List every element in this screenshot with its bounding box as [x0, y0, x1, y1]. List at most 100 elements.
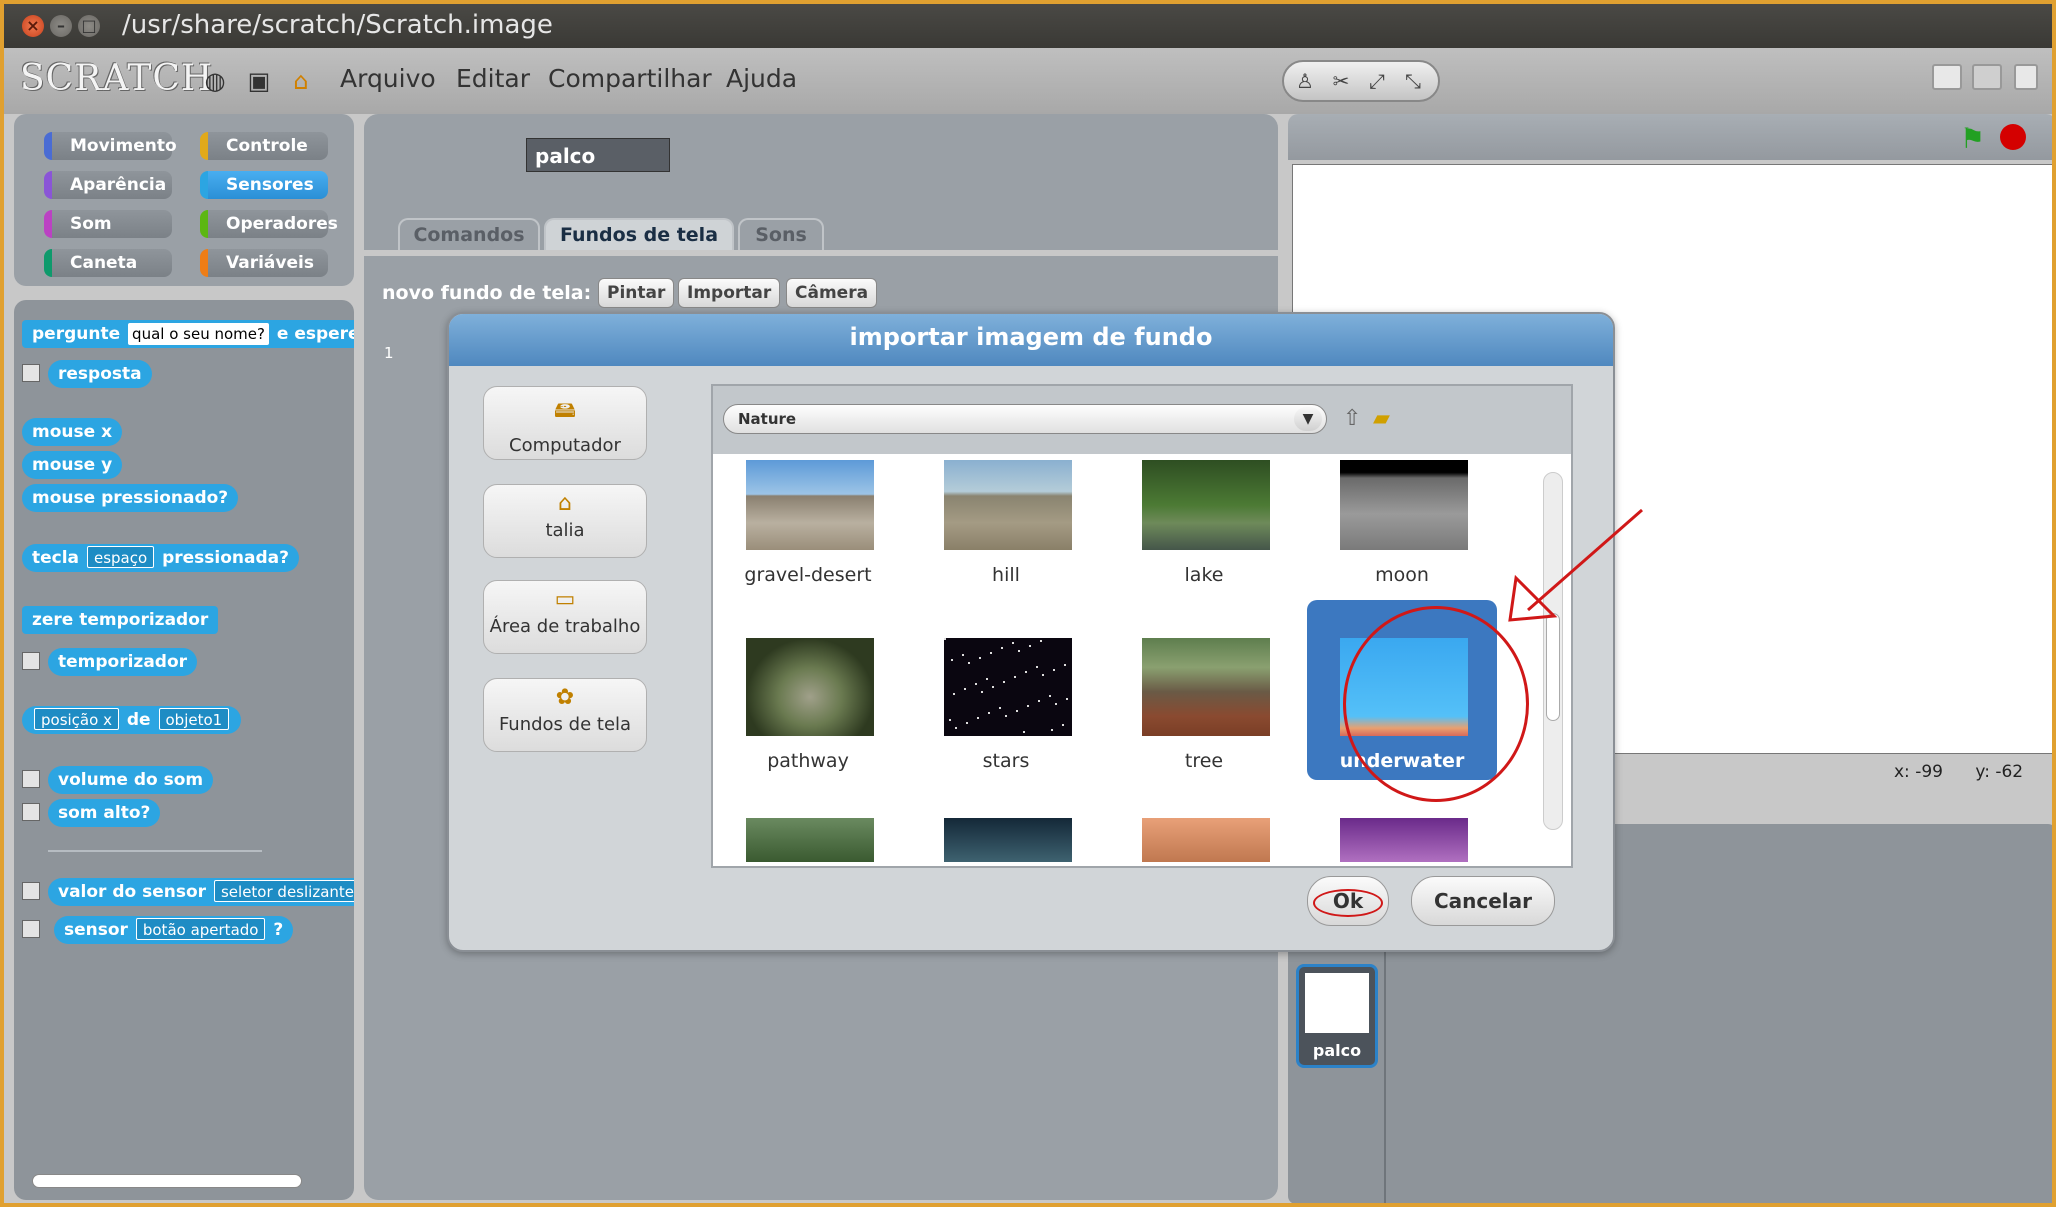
tab-comandos[interactable]: Comandos — [398, 218, 540, 250]
block-loudness[interactable]: volume do som — [48, 766, 214, 794]
close-window-button[interactable]: × — [22, 15, 44, 37]
thumbnail-pathway[interactable]: pathway — [713, 632, 903, 812]
thumbnail-tree[interactable]: tree — [1109, 632, 1299, 812]
import-button[interactable]: Importar — [678, 278, 781, 308]
save-icon[interactable]: ▣ — [244, 66, 274, 96]
presentation-icon[interactable] — [2014, 64, 2038, 90]
maximize-window-button[interactable]: □ — [78, 15, 100, 37]
sensor-button-dropdown[interactable]: botão apertado — [135, 918, 266, 940]
thumbnail-partial[interactable] — [713, 812, 903, 866]
menu-arquivo[interactable]: Arquivo — [340, 64, 436, 93]
star-dot — [1049, 695, 1051, 697]
category-controle[interactable]: Controle — [200, 132, 328, 160]
block-text: de — [126, 710, 151, 730]
stop-icon[interactable] — [2000, 124, 2026, 150]
shrink-icon[interactable]: ⤡ — [1398, 67, 1428, 95]
new-folder-icon[interactable]: ▰ — [1373, 406, 1390, 431]
thumbnail-label: hill — [992, 564, 1020, 586]
tab-fundos-de-tela[interactable]: Fundos de tela — [544, 218, 734, 250]
loudness-checkbox[interactable] — [22, 770, 40, 788]
place-area-de-trabalho[interactable]: ▭ Área de trabalho — [483, 580, 647, 654]
block-ask[interactable]: pergunte qual o seu nome? e espere — [22, 320, 354, 348]
star-dot — [1025, 671, 1027, 673]
block-reset-timer[interactable]: zere temporizador — [22, 606, 219, 634]
sensor-dropdown[interactable]: seletor deslizante — [213, 880, 354, 902]
sensor-value-checkbox[interactable] — [22, 882, 40, 900]
thumbnail-gravel-desert[interactable]: gravel-desert — [713, 454, 903, 634]
attribute-dropdown[interactable]: posição x — [34, 708, 119, 730]
sprite-name-field[interactable]: palco — [526, 138, 670, 172]
block-sensor-value[interactable]: valor do sensor seletor deslizante — [48, 878, 354, 906]
star-dot — [1040, 640, 1042, 642]
category-caneta[interactable]: Caneta — [44, 249, 172, 277]
block-mouse-x[interactable]: mouse x — [22, 418, 123, 446]
menu-ajuda[interactable]: Ajuda — [726, 64, 797, 93]
category-movimento[interactable]: Movimento — [44, 132, 177, 160]
block-sensor[interactable]: sensor botão apertado ? — [54, 916, 294, 944]
thumbnail-lake[interactable]: lake — [1109, 454, 1299, 634]
minimize-window-button[interactable]: – — [50, 15, 72, 37]
place-fundos-de-tela[interactable]: ✿ Fundos de tela — [483, 678, 647, 752]
block-answer[interactable]: resposta — [48, 360, 152, 388]
category-som[interactable]: Som — [44, 210, 172, 238]
paint-button[interactable]: Pintar — [598, 278, 675, 308]
timer-checkbox[interactable] — [22, 652, 40, 670]
normal-stage-icon[interactable] — [1972, 64, 2002, 90]
menu-editar[interactable]: Editar — [456, 64, 530, 93]
parent-folder-icon[interactable]: ⇧ — [1343, 406, 1361, 431]
thumbnail-partial[interactable] — [911, 812, 1101, 866]
star-dot — [955, 727, 957, 729]
block-key-pressed[interactable]: tecla espaço pressionada? — [22, 544, 299, 572]
place-computador[interactable]: 🖴 Computador — [483, 386, 647, 460]
star-dot — [1012, 642, 1014, 644]
duplicate-icon[interactable]: ♙ — [1290, 67, 1320, 95]
thumbnail-partial[interactable] — [1307, 812, 1497, 866]
small-stage-icon[interactable] — [1932, 64, 1962, 90]
delete-icon[interactable]: ✂ — [1326, 67, 1356, 95]
pathway-image — [746, 638, 874, 736]
sensor-checkbox[interactable] — [22, 920, 40, 938]
category-variaveis[interactable]: Variáveis — [200, 249, 328, 277]
block-loud[interactable]: som alto? — [48, 799, 161, 827]
stage-thumbnail[interactable]: palco — [1296, 964, 1378, 1068]
camera-button[interactable]: Câmera — [786, 278, 878, 308]
window-titlebar: × – □ /usr/share/scratch/Scratch.image — [4, 4, 2052, 48]
thumbnail-grid: gravel-desert hill lake moon pathway sta… — [713, 454, 1533, 866]
answer-checkbox[interactable] — [22, 364, 40, 382]
thumbnail-hill[interactable]: hill — [911, 454, 1101, 634]
annotation-circle — [1343, 606, 1529, 802]
share-icon[interactable]: ⌂ — [286, 66, 316, 96]
place-talia[interactable]: ⌂ talia — [483, 484, 647, 558]
star-dot — [1055, 703, 1057, 705]
key-dropdown[interactable]: espaço — [86, 546, 155, 568]
loud-checkbox[interactable] — [22, 803, 40, 821]
object-dropdown[interactable]: objeto1 — [158, 708, 230, 730]
block-attribute-of[interactable]: posição x de objeto1 — [22, 706, 242, 734]
thumbnail-image — [1340, 818, 1468, 862]
menu-compartilhar[interactable]: Compartilhar — [548, 64, 712, 93]
category-operadores[interactable]: Operadores — [200, 210, 338, 238]
block-mouse-y[interactable]: mouse y — [22, 451, 123, 479]
tab-sons[interactable]: Sons — [738, 218, 824, 250]
cancel-button[interactable]: Cancelar — [1411, 876, 1555, 926]
block-text: pergunte — [32, 324, 121, 344]
block-text: e espere — [276, 324, 354, 344]
block-timer[interactable]: temporizador — [48, 648, 198, 676]
thumbnail-label: lake — [1184, 564, 1224, 586]
thumbnail-partial[interactable] — [1109, 812, 1299, 866]
star-dot — [944, 638, 946, 640]
palette-scrollbar[interactable] — [32, 1174, 302, 1188]
ask-input[interactable]: qual o seu nome? — [128, 323, 269, 345]
thumbnail-stars[interactable]: stars — [911, 632, 1101, 812]
green-flag-icon[interactable]: ⚑ — [1960, 122, 1985, 155]
category-label: Operadores — [226, 214, 338, 234]
stage-thumbnail-label: palco — [1312, 1041, 1362, 1060]
folder-dropdown[interactable]: Nature ▼ — [723, 404, 1327, 434]
grow-icon[interactable]: ⤢ — [1362, 67, 1392, 95]
category-aparencia[interactable]: Aparência — [44, 171, 172, 199]
sprite-tools: ♙ ✂ ⤢ ⤡ — [1282, 60, 1440, 102]
coord-x: x: -99 — [1894, 762, 1943, 782]
globe-icon[interactable]: ◍ — [200, 66, 230, 96]
category-sensores[interactable]: Sensores — [200, 171, 328, 199]
block-mouse-down[interactable]: mouse pressionado? — [22, 484, 239, 512]
